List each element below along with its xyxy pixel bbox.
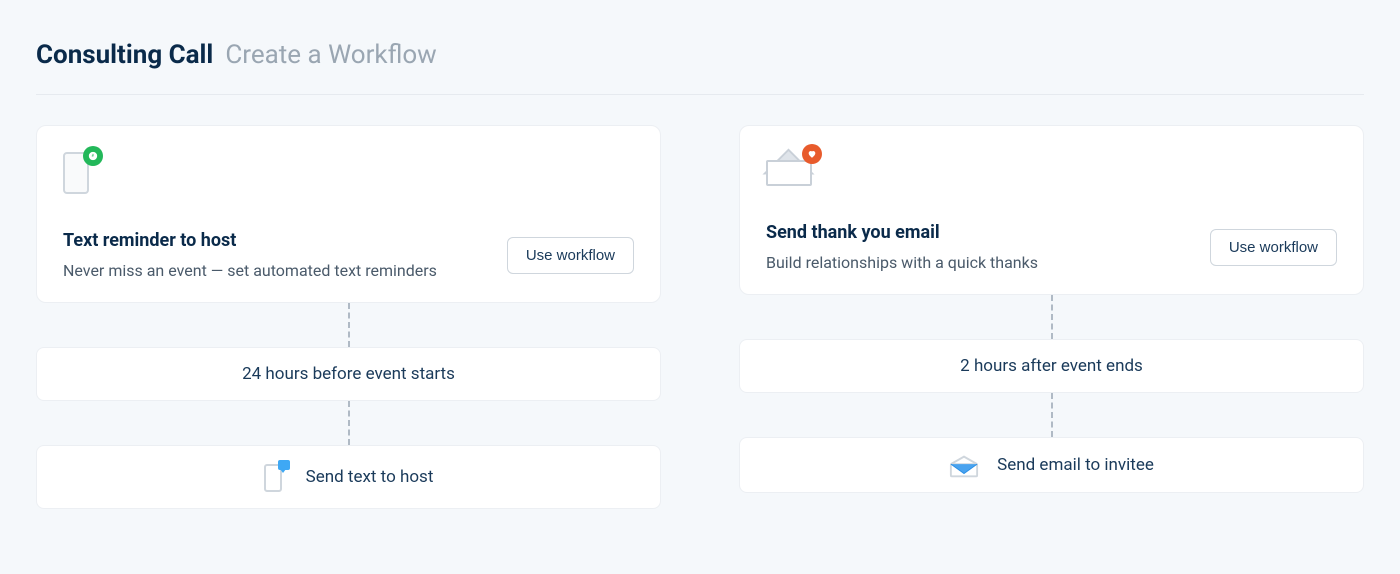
page-title: Consulting Call	[36, 40, 213, 70]
action-label: Send text to host	[306, 467, 434, 487]
connector-line	[1051, 393, 1053, 437]
card-icon-area	[63, 150, 634, 194]
card-icon-area	[766, 150, 1337, 186]
action-step[interactable]: Send text to host	[36, 445, 661, 509]
card-title: Text reminder to host	[63, 230, 487, 251]
envelope-heart-icon	[766, 150, 816, 186]
workflow-thank-you-email: Send thank you email Build relationships…	[739, 125, 1364, 509]
timing-label: 2 hours after event ends	[960, 356, 1143, 376]
connector-line	[348, 303, 350, 347]
workflow-text-reminder: Text reminder to host Never miss an even…	[36, 125, 661, 509]
card-description: Never miss an event — set automated text…	[63, 261, 487, 280]
workflow-card-text-reminder: Text reminder to host Never miss an even…	[36, 125, 661, 303]
action-step[interactable]: Send email to invitee	[739, 437, 1364, 493]
timing-step[interactable]: 2 hours after event ends	[739, 339, 1364, 393]
connector-line	[348, 401, 350, 445]
page-header: Consulting Call Create a Workflow	[36, 40, 1364, 95]
envelope-open-icon	[949, 454, 979, 476]
timing-label: 24 hours before event starts	[242, 364, 455, 384]
use-workflow-button[interactable]: Use workflow	[507, 237, 634, 274]
connector-line	[1051, 295, 1053, 339]
workflow-card-thank-you-email: Send thank you email Build relationships…	[739, 125, 1364, 295]
page-subtitle: Create a Workflow	[225, 40, 436, 70]
workflows-row: Text reminder to host Never miss an even…	[36, 125, 1364, 509]
card-title: Send thank you email	[766, 222, 1190, 243]
action-label: Send email to invitee	[997, 455, 1154, 475]
phone-sms-icon	[264, 462, 288, 492]
phone-clock-icon	[63, 150, 97, 194]
card-description: Build relationships with a quick thanks	[766, 253, 1190, 272]
timing-step[interactable]: 24 hours before event starts	[36, 347, 661, 401]
use-workflow-button[interactable]: Use workflow	[1210, 229, 1337, 266]
